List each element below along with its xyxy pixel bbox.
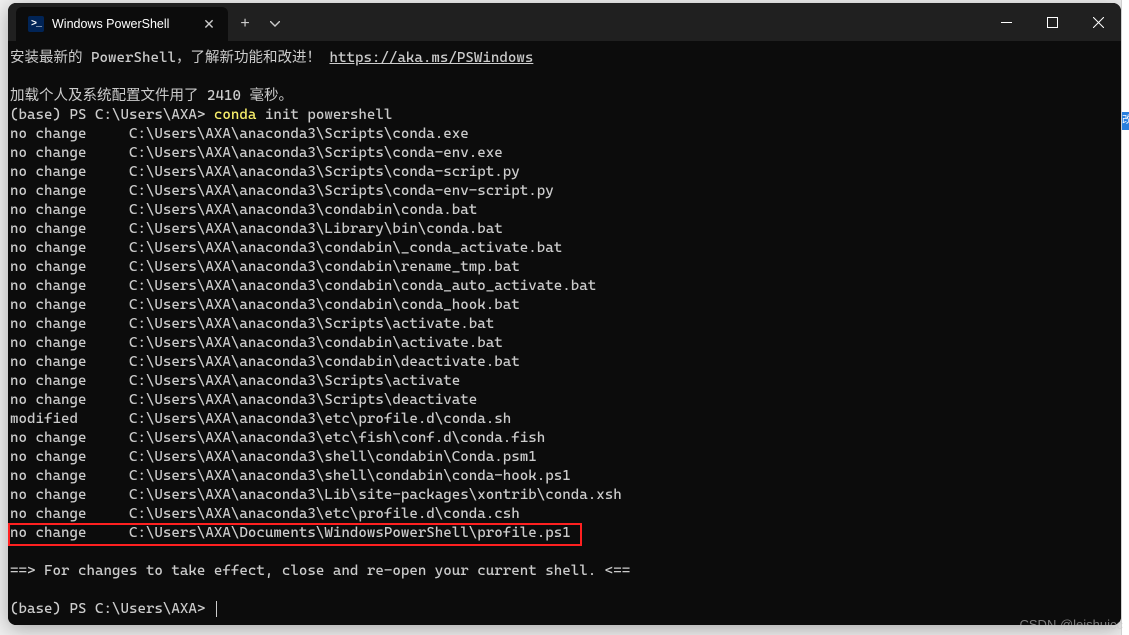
output-line: no change C:\Users\AXA\anaconda3\condabi…	[10, 258, 1119, 277]
output-line: no change C:\Users\AXA\anaconda3\Scripts…	[10, 372, 1119, 391]
output-line: modified C:\Users\AXA\anaconda3\etc\prof…	[10, 410, 1119, 429]
blank-line	[10, 581, 1119, 600]
background-button-sliver: 改	[1122, 112, 1129, 130]
output-line: no change C:\Users\AXA\anaconda3\condabi…	[10, 239, 1119, 258]
minimize-button[interactable]	[983, 3, 1029, 41]
output-line: no change C:\Users\AXA\anaconda3\Scripts…	[10, 315, 1119, 334]
terminal-body[interactable]: 安装最新的 PowerShell，了解新功能和改进！ https://aka.m…	[8, 41, 1121, 625]
banner-text: 安装最新的 PowerShell，了解新功能和改进！	[10, 50, 329, 66]
cursor	[216, 601, 217, 617]
maximize-button[interactable]	[1029, 3, 1075, 41]
output-line: no change C:\Users\AXA\anaconda3\condabi…	[10, 296, 1119, 315]
effect-message: ==> For changes to take effect, close an…	[10, 562, 1119, 581]
output-line: no change C:\Users\AXA\anaconda3\condabi…	[10, 277, 1119, 296]
prompt-line: (base) PS C:\Users\AXA>	[10, 600, 1119, 619]
command-line: (base) PS C:\Users\AXA> conda init power…	[10, 106, 1119, 125]
powershell-icon	[28, 16, 44, 32]
tab-title: Windows PowerShell	[52, 17, 169, 31]
background-window-edge	[1121, 0, 1129, 635]
command-token: conda	[214, 107, 256, 123]
tab-active[interactable]: Windows PowerShell ✕	[16, 7, 228, 41]
output-line: no change C:\Users\AXA\anaconda3\Lib\sit…	[10, 486, 1119, 505]
output-line: no change C:\Users\AXA\anaconda3\Library…	[10, 220, 1119, 239]
watermark-text: CSDN @leishuicc	[1020, 617, 1124, 632]
output-line: no change C:\Users\AXA\anaconda3\shell\c…	[10, 467, 1119, 486]
output-line: no change C:\Users\AXA\anaconda3\condabi…	[10, 353, 1119, 372]
new-tab-button[interactable]: +	[228, 7, 262, 41]
output-line: no change C:\Users\AXA\anaconda3\Scripts…	[10, 144, 1119, 163]
blank-line	[10, 543, 1119, 562]
titlebar-drag-area[interactable]	[288, 3, 983, 41]
banner-link[interactable]: https://aka.ms/PSWindows	[329, 50, 533, 66]
titlebar: Windows PowerShell ✕ +	[8, 3, 1121, 41]
output-line: no change C:\Users\AXA\anaconda3\condabi…	[10, 201, 1119, 220]
output-line: no change C:\Users\AXA\anaconda3\condabi…	[10, 334, 1119, 353]
tab-dropdown-button[interactable]	[262, 7, 288, 41]
output-line: no change C:\Users\AXA\anaconda3\Scripts…	[10, 125, 1119, 144]
output-line: no change C:\Users\AXA\anaconda3\Scripts…	[10, 163, 1119, 182]
output-line: no change C:\Users\AXA\anaconda3\shell\c…	[10, 448, 1119, 467]
output-line: no change C:\Users\AXA\anaconda3\etc\fis…	[10, 429, 1119, 448]
blank-line	[10, 68, 1119, 87]
close-button[interactable]	[1075, 3, 1121, 41]
output-line: no change C:\Users\AXA\anaconda3\Scripts…	[10, 182, 1119, 201]
output-line: no change C:\Users\AXA\anaconda3\etc\pro…	[10, 505, 1119, 524]
output-line: no change C:\Users\AXA\Documents\Windows…	[10, 524, 1119, 543]
tab-close-button[interactable]: ✕	[200, 15, 218, 33]
profile-load-message: 加载个人及系统配置文件用了 2410 毫秒。	[10, 87, 1119, 106]
terminal-window: Windows PowerShell ✕ + 安装最新的 PowerShell，…	[8, 3, 1121, 625]
output-line: no change C:\Users\AXA\anaconda3\Scripts…	[10, 391, 1119, 410]
